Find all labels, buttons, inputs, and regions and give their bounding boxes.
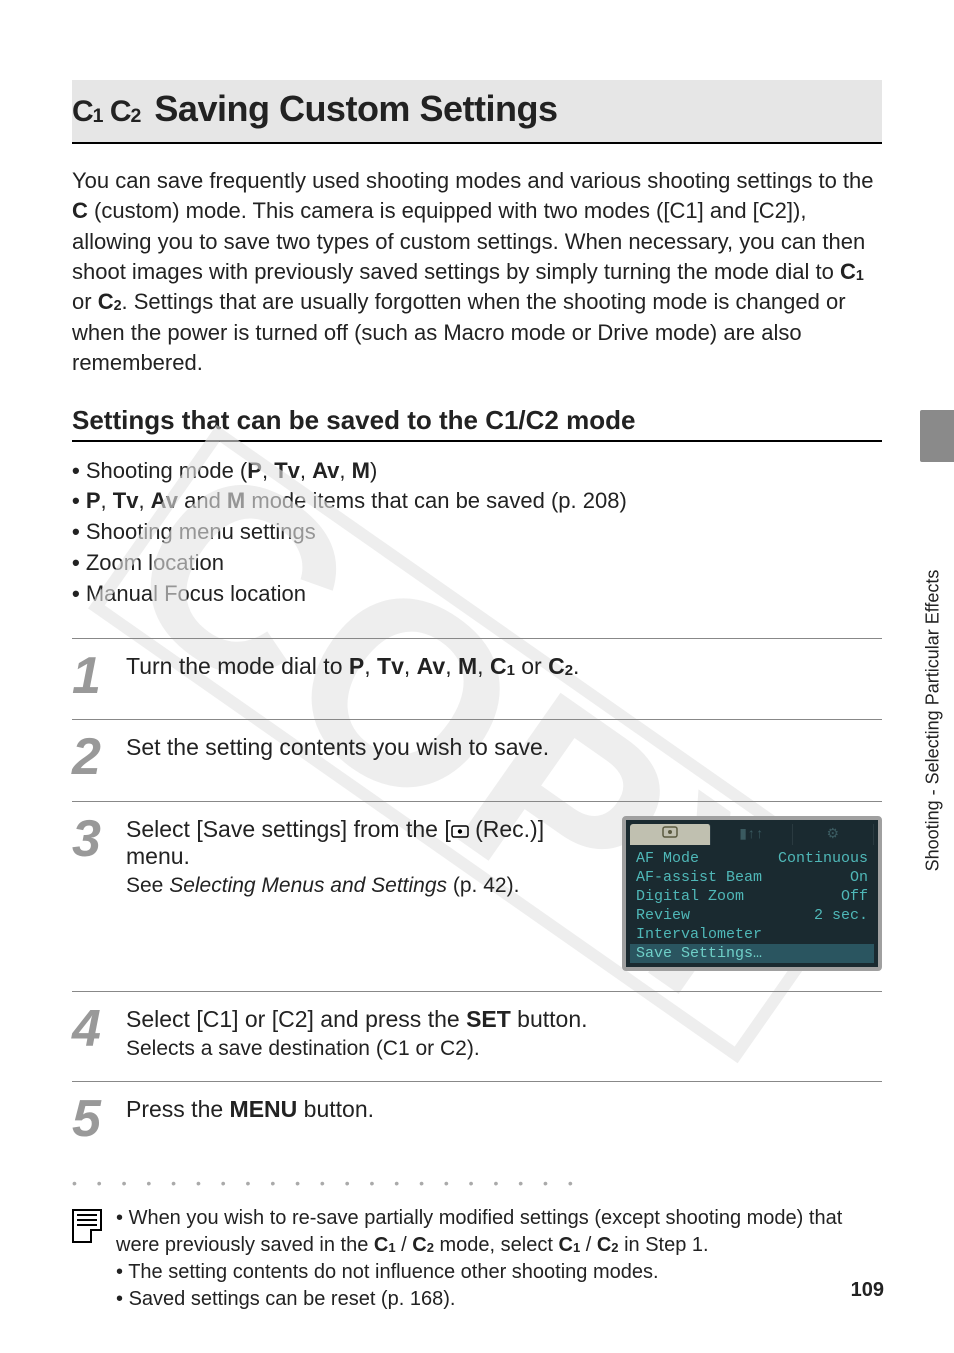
lcd-menu-row: AF ModeContinuous [630,849,874,868]
lcd-menu-row: AF-assist BeamOn [630,868,874,887]
step-title: Select [Save settings] from the [ (Rec.)… [126,816,602,870]
steps-list: 1 Turn the mode dial to P, Tv, Av, M, C1… [72,638,882,1163]
intro-paragraph: You can save frequently used shooting mo… [72,166,882,379]
lcd-menu-row-selected: Save Settings… [630,944,874,963]
side-tab-cap [920,410,954,462]
step-2: 2 Set the setting contents you wish to s… [72,719,882,801]
step-title: Press the MENU button. [126,1096,882,1123]
step-number: 5 [72,1096,110,1143]
list-item: Zoom location [72,548,882,579]
note-item: The setting contents do not influence ot… [116,1259,882,1286]
list-item: P, Tv, Av and M mode items that can be s… [72,486,882,517]
step-title: Turn the mode dial to P, Tv, Av, M, C1 o… [126,653,882,680]
note-item: When you wish to re-save partially modif… [116,1205,882,1259]
title-mode-icons: C1 C2 [72,95,140,129]
note-list: When you wish to re-save partially modif… [116,1205,882,1313]
step-subtext: See Selecting Menus and Settings (p. 42)… [126,874,602,898]
page-title: C1 C2 Saving Custom Settings [72,88,882,130]
dotted-separator: • • • • • • • • • • • • • • • • • • • • … [72,1175,882,1191]
step-number: 4 [72,1006,110,1061]
step-subtext: Selects a save destination (C1 or C2). [126,1037,882,1061]
step-3: 3 Select [Save settings] from the [ (Rec… [72,801,882,991]
title-text: Saving Custom Settings [154,88,557,130]
lcd-tabs: ▮↑↑ ⚙ [630,824,874,845]
section-title-bar: C1 C2 Saving Custom Settings [72,80,882,144]
lcd-tab-tools: ⚙ [793,824,874,845]
lcd-menu-row: Digital ZoomOff [630,887,874,906]
camera-lcd-screenshot: ▮↑↑ ⚙ AF ModeContinuous AF-assist BeamOn… [622,816,882,971]
step-number: 3 [72,816,110,971]
list-item: Shooting mode (P, Tv, Av, M) [72,456,882,487]
list-item: Shooting menu settings [72,517,882,548]
step-5: 5 Press the MENU button. [72,1081,882,1163]
side-tab-label: Shooting - Selecting Particular Effects [923,570,944,872]
settings-list: Shooting mode (P, Tv, Av, M) P, Tv, Av a… [72,456,882,610]
page-number: 109 [851,1279,884,1302]
lcd-tab-setup: ▮↑↑ [711,824,792,845]
lcd-tab-rec [630,824,711,845]
note-block: When you wish to re-save partially modif… [72,1205,882,1313]
lcd-menu-row: Intervalometer [630,925,874,944]
step-number: 2 [72,734,110,781]
step-title: Set the setting contents you wish to sav… [126,734,882,761]
step-title: Select [C1] or [C2] and press the SET bu… [126,1006,882,1033]
memo-icon [72,1209,102,1243]
lcd-menu-row: Review2 sec. [630,906,874,925]
list-item: Manual Focus location [72,579,882,610]
step-4: 4 Select [C1] or [C2] and press the SET … [72,991,882,1081]
chapter-side-tab: Shooting - Selecting Particular Effects [920,410,954,950]
sub-heading: Settings that can be saved to the C1/C2 … [72,405,882,442]
step-1: 1 Turn the mode dial to P, Tv, Av, M, C1… [72,638,882,720]
step-number: 1 [72,653,110,700]
note-item: Saved settings can be reset (p. 168). [116,1286,882,1313]
